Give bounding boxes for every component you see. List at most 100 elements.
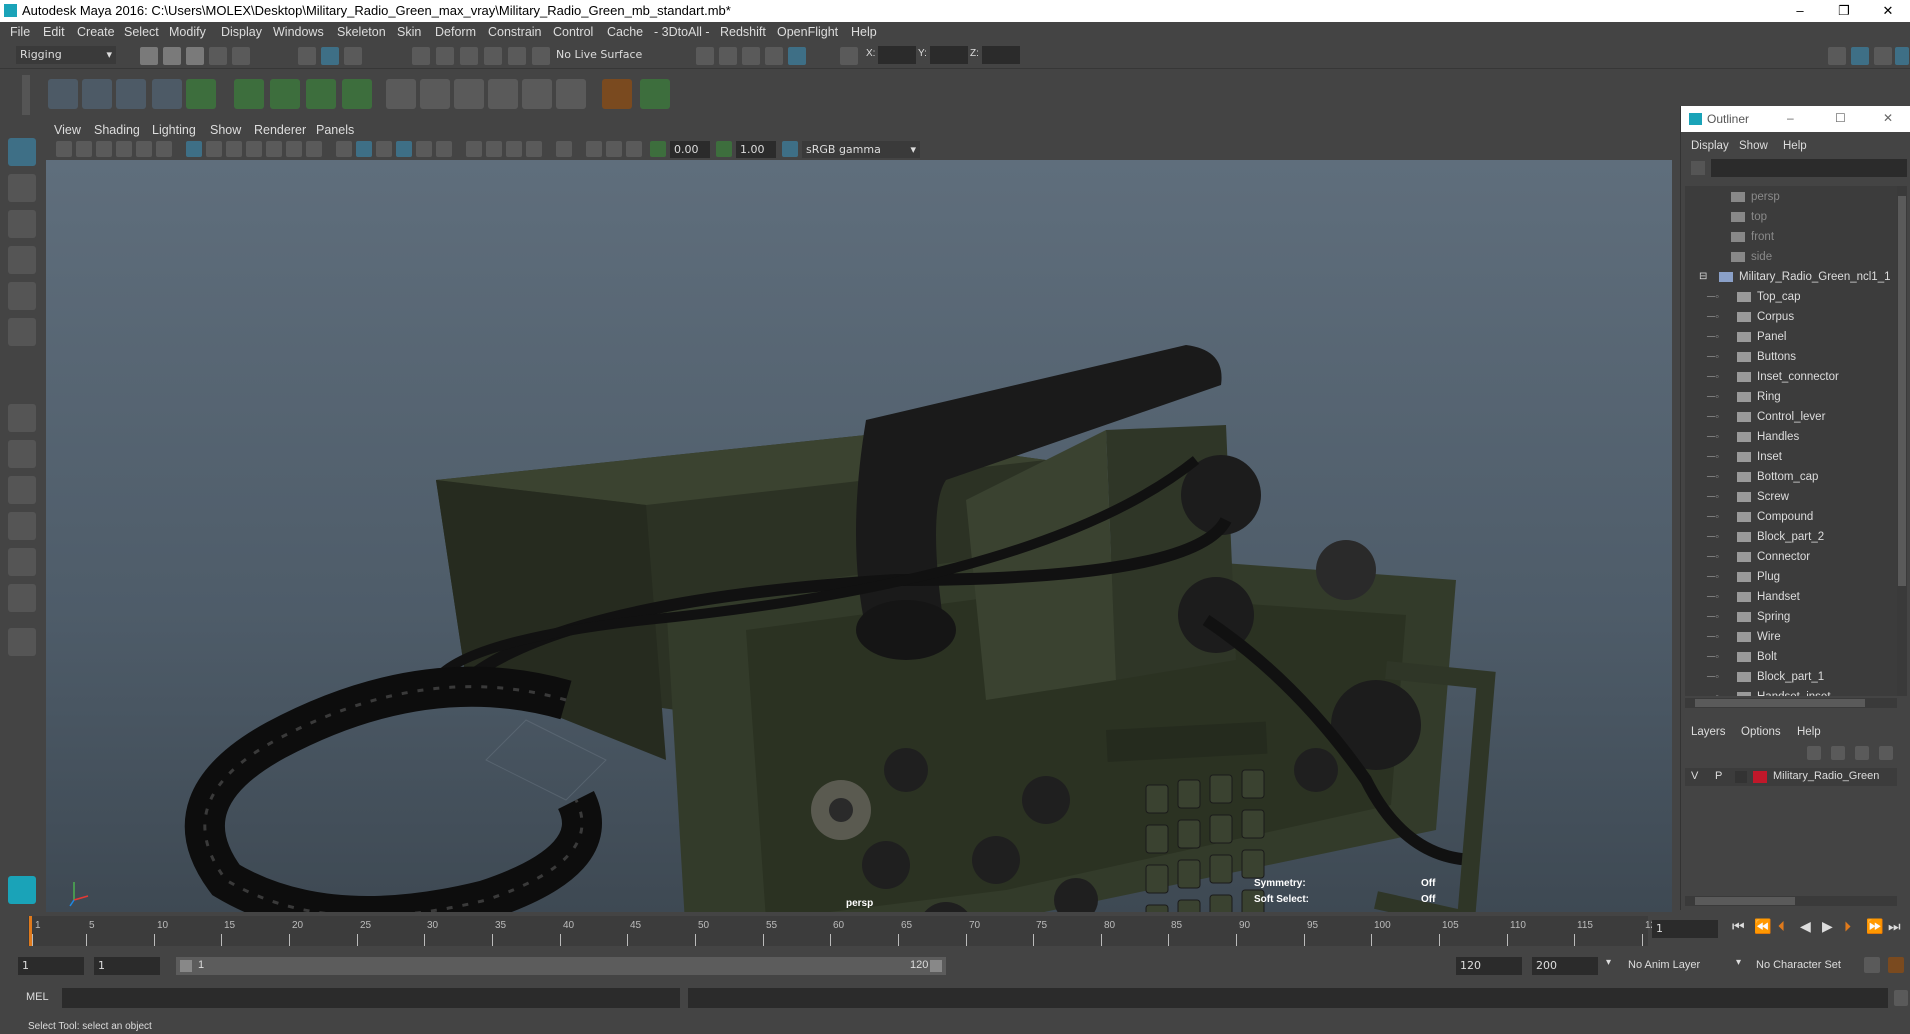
layout-single-icon[interactable]	[8, 404, 36, 432]
render-frame-icon[interactable]	[719, 47, 737, 65]
time-slider-track[interactable]: 1 5 10 15 20 25 30 35 40 45 50 55 60 65 70 75 80 85 90 95 10…	[28, 916, 1662, 946]
collapse-icon[interactable]: ⊟	[1699, 271, 1707, 282]
select-hierarchy-icon[interactable]	[298, 47, 316, 65]
aim-constraint-icon[interactable]	[522, 79, 552, 109]
playback-start-field[interactable]: 1	[94, 957, 160, 975]
scale-tool-icon[interactable]	[8, 318, 36, 346]
safe-action-icon[interactable]	[286, 141, 302, 157]
menu-skin[interactable]: Skin	[397, 25, 421, 39]
outliner-item-row[interactable]: ─◦ Bolt	[1685, 648, 1897, 668]
outliner-camera-row[interactable]: persp	[1685, 188, 1897, 208]
outliner-hscroll-thumb[interactable]	[1695, 699, 1865, 707]
menu-constrain[interactable]: Constrain	[488, 25, 542, 39]
attribute-editor-icon[interactable]	[1874, 47, 1892, 65]
xray-icon[interactable]	[586, 141, 602, 157]
open-scene-icon[interactable]	[163, 47, 181, 65]
twod-pan-icon[interactable]	[136, 141, 152, 157]
grid-icon[interactable]	[186, 141, 202, 157]
shelf-tab-handle[interactable]	[22, 75, 30, 115]
outliner-item-row[interactable]: ─◦ Panel	[1685, 328, 1897, 348]
outliner-menu-help[interactable]: Help	[1783, 140, 1807, 152]
menu-redshift[interactable]: Redshift	[720, 25, 766, 39]
use-lights-icon[interactable]	[416, 141, 432, 157]
pole-vector-icon[interactable]	[556, 79, 586, 109]
insert-joint-icon[interactable]	[82, 79, 112, 109]
anti-aliasing-icon[interactable]	[506, 141, 522, 157]
hypershade-icon[interactable]	[788, 47, 806, 65]
ipr-render-icon[interactable]	[742, 47, 760, 65]
menu-display[interactable]: Display	[221, 25, 262, 39]
go-to-start-icon[interactable]: ⏮	[1732, 918, 1745, 935]
select-tool-icon[interactable]	[8, 138, 36, 166]
snap-point-icon[interactable]	[460, 47, 478, 65]
menu-control[interactable]: Control	[553, 25, 593, 39]
outliner-menu-display[interactable]: Display	[1691, 140, 1729, 152]
outliner-hscrollbar[interactable]	[1685, 698, 1897, 708]
close-button[interactable]: ✕	[1866, 0, 1910, 22]
x-field[interactable]	[878, 46, 916, 64]
textured-icon[interactable]	[396, 141, 412, 157]
menu-skeleton[interactable]: Skeleton	[337, 25, 386, 39]
gate-mask-icon[interactable]	[246, 141, 262, 157]
outliner-item-row[interactable]: ─◦ Top_cap	[1685, 288, 1897, 308]
outliner-item-row[interactable]: ─◦ Inset	[1685, 448, 1897, 468]
move-layer-up-icon[interactable]	[1807, 746, 1821, 760]
layers-hscroll-thumb[interactable]	[1695, 897, 1795, 905]
menu-set-dropdown[interactable]: Rigging ▾	[16, 46, 116, 64]
outliner-item-row[interactable]: ─◦ Plug	[1685, 568, 1897, 588]
outliner-item-row[interactable]: ─◦ Inset_connector	[1685, 368, 1897, 388]
safe-title-icon[interactable]	[306, 141, 322, 157]
vp-menu-lighting[interactable]: Lighting	[152, 123, 196, 137]
layer-playback-toggle[interactable]: P	[1715, 770, 1722, 782]
layout-four-icon[interactable]	[8, 440, 36, 468]
snap-view-icon[interactable]	[484, 47, 502, 65]
redo-icon[interactable]	[232, 47, 250, 65]
point-constraint-icon[interactable]	[420, 79, 450, 109]
outliner-item-row[interactable]: ─◦ Screw	[1685, 488, 1897, 508]
command-input[interactable]	[62, 988, 680, 1008]
range-start-handle[interactable]	[180, 960, 192, 972]
layout-graph-icon[interactable]	[8, 548, 36, 576]
minimize-button[interactable]: –	[1778, 0, 1822, 22]
new-layer-selected-icon[interactable]	[1879, 746, 1893, 760]
grease-pencil-icon[interactable]	[156, 141, 172, 157]
parent-constraint-icon[interactable]	[386, 79, 416, 109]
orient-joint-icon[interactable]	[152, 79, 182, 109]
wireframe-icon[interactable]	[336, 141, 352, 157]
layout-custom-icon[interactable]	[8, 628, 36, 656]
outliner-camera-row[interactable]: front	[1685, 228, 1897, 248]
chevron-down-icon[interactable]: ▾	[1606, 957, 1611, 968]
smooth-shade-icon[interactable]	[356, 141, 372, 157]
bookmark-icon[interactable]	[96, 141, 112, 157]
outliner-filter-icon[interactable]	[1691, 161, 1705, 175]
step-back-frame-icon[interactable]: ⏴	[1778, 918, 1785, 935]
layout-outliner-icon[interactable]	[8, 512, 36, 540]
scale-constraint-icon[interactable]	[488, 79, 518, 109]
layer-row[interactable]: V P Military_Radio_Green	[1685, 768, 1897, 786]
menu-help[interactable]: Help	[851, 25, 877, 39]
motion-blur-icon[interactable]	[486, 141, 502, 157]
outliner-item-row[interactable]: ─◦ Ring	[1685, 388, 1897, 408]
vp-menu-panels[interactable]: Panels	[316, 123, 354, 137]
vp-menu-renderer[interactable]: Renderer	[254, 123, 306, 137]
current-frame-field[interactable]: 1	[1652, 920, 1718, 938]
move-layer-down-icon[interactable]	[1831, 746, 1845, 760]
step-back-key-icon[interactable]: ⏪	[1754, 918, 1771, 935]
shadows-icon[interactable]	[436, 141, 452, 157]
joint-tool-icon[interactable]	[48, 79, 78, 109]
layout-hypershade-icon[interactable]	[8, 584, 36, 612]
wireframe-on-shaded-icon[interactable]	[376, 141, 392, 157]
menu-create[interactable]: Create	[77, 25, 115, 39]
menu-file[interactable]: File	[10, 25, 30, 39]
outliner-item-row[interactable]: ─◦ Handles	[1685, 428, 1897, 448]
outliner-item-row[interactable]: ─◦ Compound	[1685, 508, 1897, 528]
xray-joints-icon[interactable]	[606, 141, 622, 157]
layer-color-swatch[interactable]	[1753, 771, 1767, 783]
menu-openflight[interactable]: OpenFlight	[777, 25, 838, 39]
perspective-viewport[interactable]: persp Symmetry: Off Soft Select: Off	[46, 160, 1672, 912]
mirror-joint-icon[interactable]	[116, 79, 146, 109]
orient-constraint-icon[interactable]	[454, 79, 484, 109]
move-tool-icon[interactable]	[8, 246, 36, 274]
save-scene-icon[interactable]	[186, 47, 204, 65]
step-forward-key-icon[interactable]: ⏩	[1866, 918, 1883, 935]
